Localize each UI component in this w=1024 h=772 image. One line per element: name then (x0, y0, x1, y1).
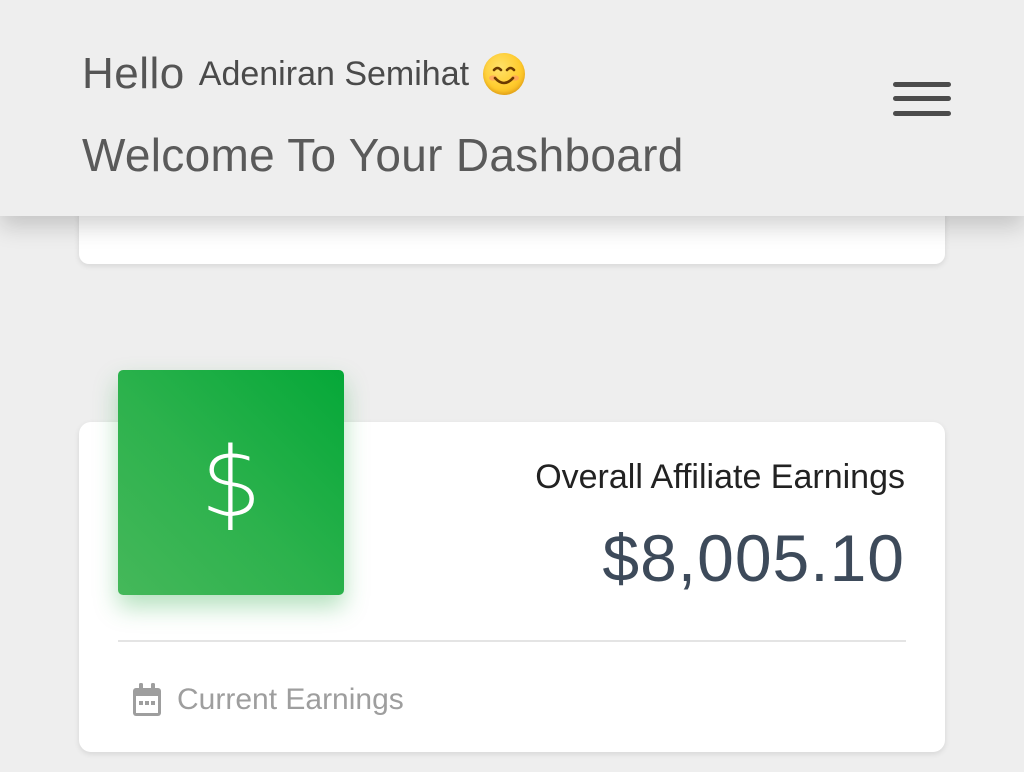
menu-bar-top (893, 82, 951, 87)
earnings-title: Overall Affiliate Earnings (535, 458, 905, 496)
menu-bar-bottom (893, 111, 951, 116)
card-footer: Current Earnings (131, 680, 404, 720)
dashboard-page: Hello Adeniran Semihat Welcome To Your D… (0, 0, 1024, 772)
earnings-icon-tile: $ (118, 370, 344, 595)
welcome-heading: Welcome To Your Dashboard (82, 129, 684, 181)
card-divider (118, 640, 906, 642)
hamburger-menu-icon[interactable] (888, 76, 956, 122)
greeting-text: Hello (82, 49, 185, 98)
menu-bar-middle (893, 96, 951, 101)
greeting-line: Hello Adeniran Semihat (82, 48, 526, 100)
calendar-icon (133, 683, 161, 716)
dollar-icon: $ (200, 426, 262, 539)
user-name: Adeniran Semihat (198, 54, 470, 93)
earnings-value: $8,005.10 (602, 521, 905, 595)
dashboard-header: Hello Adeniran Semihat Welcome To Your D… (0, 0, 1024, 216)
current-earnings-label: Current Earnings (177, 683, 404, 716)
smiling-face-icon (483, 53, 526, 95)
